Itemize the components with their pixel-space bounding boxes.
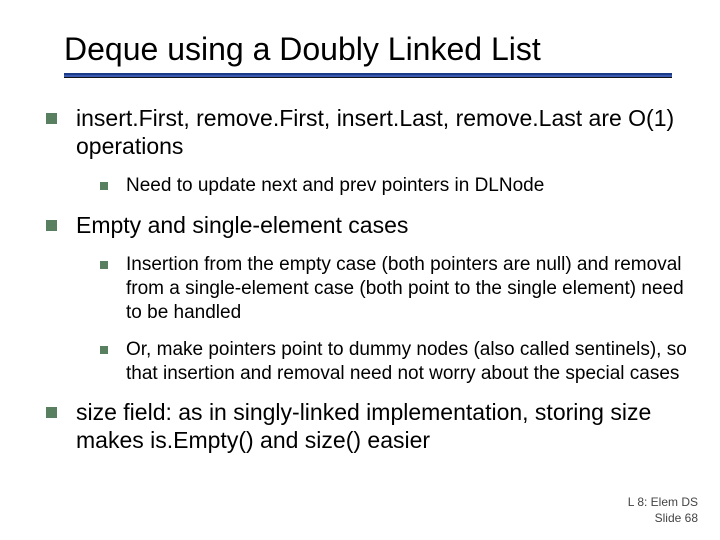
list-item: Empty and single-element cases Insertion… xyxy=(46,211,692,387)
list-item: insert.First, remove.First, insert.Last,… xyxy=(46,104,692,198)
list-item-text: Need to update next and prev pointers in… xyxy=(126,175,544,196)
list-item: Insertion from the empty case (both poin… xyxy=(100,253,692,326)
footer-line-2: Slide 68 xyxy=(628,510,698,526)
list-item-text: Or, make pointers point to dummy nodes (… xyxy=(126,339,687,384)
slide-footer: L 8: Elem DS Slide 68 xyxy=(628,494,698,526)
list-item-text: insert.First, remove.First, insert.Last,… xyxy=(76,105,674,159)
list-item: size field: as in singly-linked implemen… xyxy=(46,398,692,454)
list-item: Need to update next and prev pointers in… xyxy=(100,174,692,198)
sub-list: Insertion from the empty case (both poin… xyxy=(76,253,692,387)
slide-body: insert.First, remove.First, insert.Last,… xyxy=(46,104,692,454)
slide: Deque using a Doubly Linked List insert.… xyxy=(0,0,720,540)
footer-line-1: L 8: Elem DS xyxy=(628,494,698,510)
list-item-text: size field: as in singly-linked implemen… xyxy=(76,399,651,453)
slide-title: Deque using a Doubly Linked List xyxy=(64,32,692,78)
bullet-list: insert.First, remove.First, insert.Last,… xyxy=(46,104,692,454)
sub-list: Need to update next and prev pointers in… xyxy=(76,174,692,198)
title-underline xyxy=(64,73,672,78)
list-item-text: Insertion from the empty case (both poin… xyxy=(126,254,684,324)
list-item: Or, make pointers point to dummy nodes (… xyxy=(100,338,692,387)
list-item-text: Empty and single-element cases xyxy=(76,212,408,238)
title-text: Deque using a Doubly Linked List xyxy=(64,31,541,67)
